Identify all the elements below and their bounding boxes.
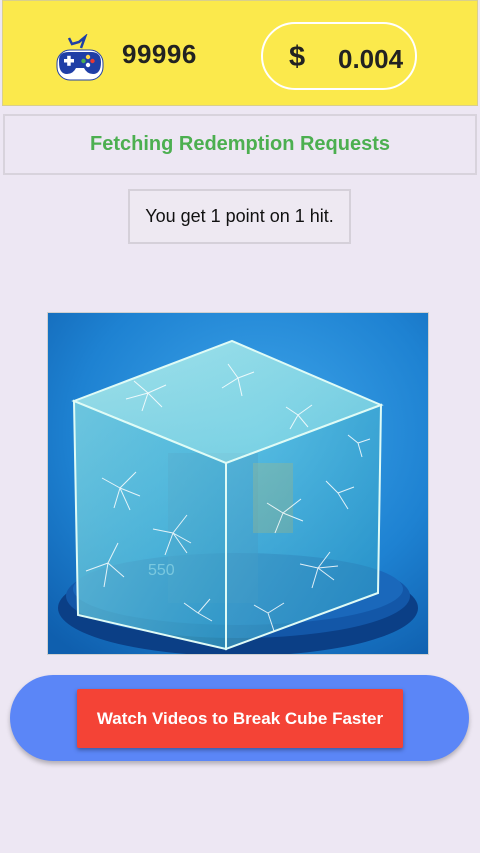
watch-videos-button[interactable]: Watch Videos to Break Cube Faster [77, 689, 403, 748]
cube-image[interactable]: 550 [47, 312, 429, 655]
balance-pill[interactable]: $ 0.004 [261, 22, 417, 90]
status-panel: Fetching Redemption Requests [3, 114, 477, 175]
info-label-box: You get 1 point on 1 hit. [128, 189, 351, 244]
points-counter: 99996 [122, 39, 197, 69]
dollar-sign: $ [289, 41, 306, 73]
top-bar: 99996 $ 0.004 [2, 0, 478, 106]
status-text: Fetching Redemption Requests [89, 133, 391, 155]
info-text: You get 1 point on 1 hit. [145, 206, 334, 226]
gamepad-icon [55, 33, 105, 82]
balance-value: 0.004 [338, 44, 404, 74]
